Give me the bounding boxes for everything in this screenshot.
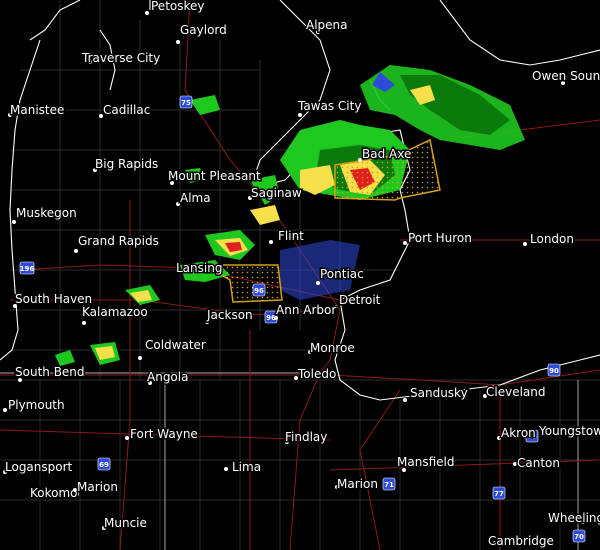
svg-text:Alma: Alma — [180, 191, 211, 205]
city-south-haven: South Haven — [13, 291, 94, 308]
city-port-huron: Port Huron — [403, 230, 473, 247]
svg-text:Muncie: Muncie — [104, 516, 147, 530]
svg-text:Manistee: Manistee — [10, 103, 64, 117]
svg-text:Findlay: Findlay — [285, 430, 327, 444]
svg-text:Kalamazoo: Kalamazoo — [82, 305, 148, 319]
svg-text:70: 70 — [574, 533, 584, 541]
city-findlay: Findlay — [284, 429, 329, 446]
svg-text:Petoskey: Petoskey — [151, 0, 205, 13]
city-toledo: Toledo — [294, 366, 338, 383]
svg-text:196: 196 — [20, 265, 35, 273]
svg-text:Tawas City: Tawas City — [297, 99, 361, 113]
svg-text:Jackson: Jackson — [206, 308, 253, 322]
city-angola: Angola — [146, 369, 190, 386]
svg-text:Canton: Canton — [517, 456, 560, 470]
svg-text:Monroe: Monroe — [310, 341, 355, 355]
svg-text:London: London — [530, 232, 574, 246]
interstate-71-shield: 71 — [382, 477, 396, 491]
svg-text:Akron: Akron — [501, 426, 536, 440]
city-fort-wayne: Fort Wayne — [125, 426, 199, 443]
svg-text:Detroit: Detroit — [339, 293, 381, 307]
interstate-69-shield: 69 — [97, 457, 111, 471]
city-muncie: Muncie — [102, 515, 148, 532]
svg-text:Angola: Angola — [147, 370, 188, 384]
svg-text:71: 71 — [384, 481, 394, 489]
city-saginaw: Saginaw — [248, 185, 303, 202]
svg-text:South Bend: South Bend — [15, 365, 85, 379]
svg-text:Mansfield: Mansfield — [397, 455, 454, 469]
city-mount-pleasant: Mount Pleasant — [167, 168, 262, 185]
city-big-rapids: Big Rapids — [93, 156, 160, 173]
city-wheeling: Wheeling — [547, 510, 600, 527]
city-kokomo: Kokomo — [29, 485, 80, 502]
svg-text:Lima: Lima — [232, 460, 261, 474]
interstate-90-shield: 90 — [547, 363, 561, 377]
interstate-77-shield: 77 — [492, 486, 506, 500]
city-youngstown: Youngstown — [537, 423, 600, 440]
svg-text:South Haven: South Haven — [15, 292, 92, 306]
svg-text:90: 90 — [549, 367, 559, 375]
city-monroe: Monroe — [308, 340, 356, 357]
svg-text:Owen Sound: Owen Sound — [532, 69, 600, 83]
svg-text:Grand Rapids: Grand Rapids — [78, 234, 159, 248]
city-canton: Canton — [513, 455, 562, 472]
svg-text:69: 69 — [99, 461, 109, 469]
svg-text:75: 75 — [181, 99, 191, 107]
svg-text:Wheeling: Wheeling — [548, 511, 600, 525]
city-sandusky: Sandusky — [403, 385, 469, 402]
city-cadillac: Cadillac — [99, 102, 152, 119]
city-bad-axe: Bad Axe — [358, 146, 413, 163]
city-petoskey: Petoskey — [145, 0, 206, 15]
city-jackson: Jackson — [205, 307, 254, 324]
city-owen-sound: Owen Sound — [531, 68, 600, 85]
interstate-75-shield: 75 — [179, 95, 193, 109]
city-cleveland: Cleveland — [483, 384, 547, 401]
city-manistee: Manistee — [8, 102, 66, 119]
svg-text:Cleveland: Cleveland — [486, 385, 546, 399]
interstate-96-shield-lansing: 96 — [252, 283, 266, 297]
svg-text:96: 96 — [254, 287, 264, 295]
city-alpena: Alpena — [305, 17, 349, 34]
city-logansport: Logansport — [3, 459, 74, 476]
svg-text:Cambridge: Cambridge — [488, 534, 554, 548]
svg-text:Mount Pleasant: Mount Pleasant — [168, 169, 261, 183]
svg-text:Marion: Marion — [337, 477, 378, 491]
city-london: London — [523, 231, 576, 248]
svg-text:Kokomo: Kokomo — [30, 486, 78, 500]
city-traverse-city: Traverse City — [80, 50, 162, 67]
svg-text:Gaylord: Gaylord — [180, 23, 227, 37]
svg-text:Traverse City: Traverse City — [81, 51, 160, 65]
svg-text:Fort Wayne: Fort Wayne — [130, 427, 198, 441]
city-marion-indiana: Marion — [73, 479, 119, 496]
svg-text:Sandusky: Sandusky — [410, 386, 468, 400]
svg-text:Ann Arbor: Ann Arbor — [276, 303, 336, 317]
svg-text:Flint: Flint — [278, 229, 304, 243]
city-detroit: Detroit — [334, 292, 382, 309]
svg-text:Coldwater: Coldwater — [145, 338, 206, 352]
svg-text:Muskegon: Muskegon — [16, 206, 77, 220]
city-akron: Akron — [497, 425, 537, 442]
radar-map: 75 96 196 96 90 69 71 77 76 70 Petoskey … — [0, 0, 600, 550]
svg-text:Lansing: Lansing — [176, 261, 222, 275]
svg-text:Marion: Marion — [77, 480, 118, 494]
city-marion-ohio: Marion — [335, 476, 379, 493]
svg-text:Port Huron: Port Huron — [408, 231, 472, 245]
svg-text:77: 77 — [494, 490, 504, 498]
city-alma: Alma — [176, 190, 212, 207]
svg-text:Pontiac: Pontiac — [320, 267, 364, 281]
city-lansing: Lansing — [175, 260, 224, 277]
svg-text:Big Rapids: Big Rapids — [95, 157, 158, 171]
svg-text:Cadillac: Cadillac — [103, 103, 150, 117]
svg-text:Logansport: Logansport — [5, 460, 73, 474]
svg-text:Plymouth: Plymouth — [8, 398, 65, 412]
svg-text:Bad Axe: Bad Axe — [362, 147, 411, 161]
city-plymouth: Plymouth — [3, 397, 66, 414]
city-cambridge: Cambridge — [487, 533, 556, 550]
svg-text:Alpena: Alpena — [306, 18, 348, 32]
interstate-70-shield: 70 — [572, 529, 586, 543]
interstate-196-shield: 196 — [20, 261, 35, 275]
svg-text:Saginaw: Saginaw — [251, 186, 302, 200]
svg-text:Youngstown: Youngstown — [538, 424, 600, 438]
svg-text:Toledo: Toledo — [297, 367, 336, 381]
